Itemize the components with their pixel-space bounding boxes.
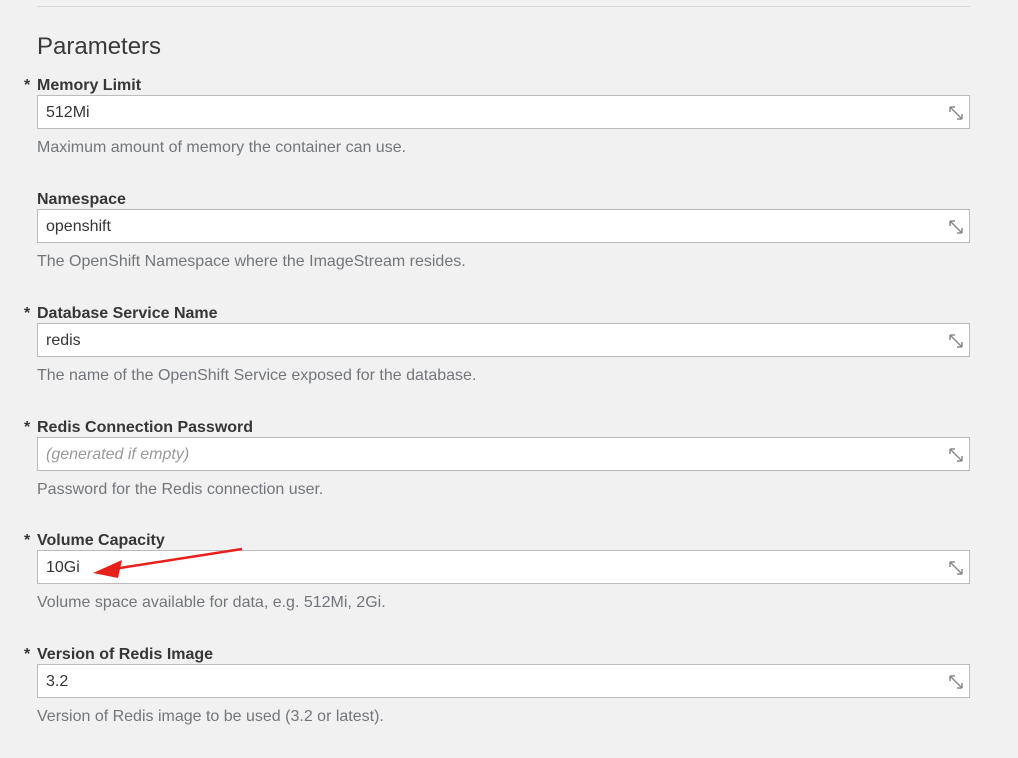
database-service-name-input[interactable]: redis	[37, 323, 970, 357]
input-value: 10Gi	[46, 559, 80, 576]
param-help-text: Maximum amount of memory the container c…	[37, 139, 407, 156]
input-value: redis	[46, 332, 81, 349]
expand-diagonal-icon[interactable]	[948, 105, 964, 121]
required-marker: *	[24, 532, 31, 549]
redis-image-version-input[interactable]: 3.2	[37, 664, 970, 698]
required-marker: *	[24, 305, 31, 322]
section-title: Parameters	[37, 33, 162, 60]
required-marker: *	[24, 419, 31, 436]
param-label-text: Redis Connection Password	[37, 419, 254, 436]
param-help-text: Password for the Redis connection user.	[37, 481, 324, 498]
param-label-text: Volume Capacity	[37, 532, 165, 549]
param-help-text: The OpenShift Namespace where the ImageS…	[37, 253, 466, 270]
required-marker: *	[24, 77, 31, 94]
param-label: * Memory Limit	[24, 76, 142, 96]
volume-capacity-input[interactable]: 10Gi	[37, 550, 970, 584]
param-help-text: Volume space available for data, e.g. 51…	[37, 594, 386, 611]
memory-limit-input[interactable]: 512Mi	[37, 95, 970, 129]
param-label-text: Version of Redis Image	[37, 646, 214, 663]
param-label: * Version of Redis Image	[24, 645, 214, 665]
namespace-input[interactable]: openshift	[37, 209, 970, 243]
param-label: * Redis Connection Password	[24, 418, 254, 438]
param-help-text: The name of the OpenShift Service expose…	[37, 367, 477, 384]
param-label-text: Database Service Name	[37, 305, 218, 322]
param-label: Namespace	[37, 190, 126, 210]
param-help-text: Version of Redis image to be used (3.2 o…	[37, 708, 384, 725]
input-value: 512Mi	[46, 104, 90, 121]
expand-diagonal-icon[interactable]	[948, 333, 964, 349]
expand-diagonal-icon[interactable]	[948, 560, 964, 576]
section-divider	[37, 6, 970, 7]
expand-diagonal-icon[interactable]	[948, 447, 964, 463]
expand-diagonal-icon[interactable]	[948, 674, 964, 690]
param-label: * Volume Capacity	[24, 531, 165, 551]
input-value: 3.2	[46, 673, 69, 690]
param-label-text: Memory Limit	[37, 77, 142, 94]
input-value: openshift	[46, 218, 111, 235]
param-label-text: Namespace	[37, 191, 126, 208]
expand-diagonal-icon[interactable]	[948, 219, 964, 235]
param-label: * Database Service Name	[24, 304, 218, 324]
required-marker: *	[24, 646, 31, 663]
redis-password-input[interactable]: (generated if empty)	[37, 437, 970, 471]
input-placeholder: (generated if empty)	[46, 446, 190, 463]
